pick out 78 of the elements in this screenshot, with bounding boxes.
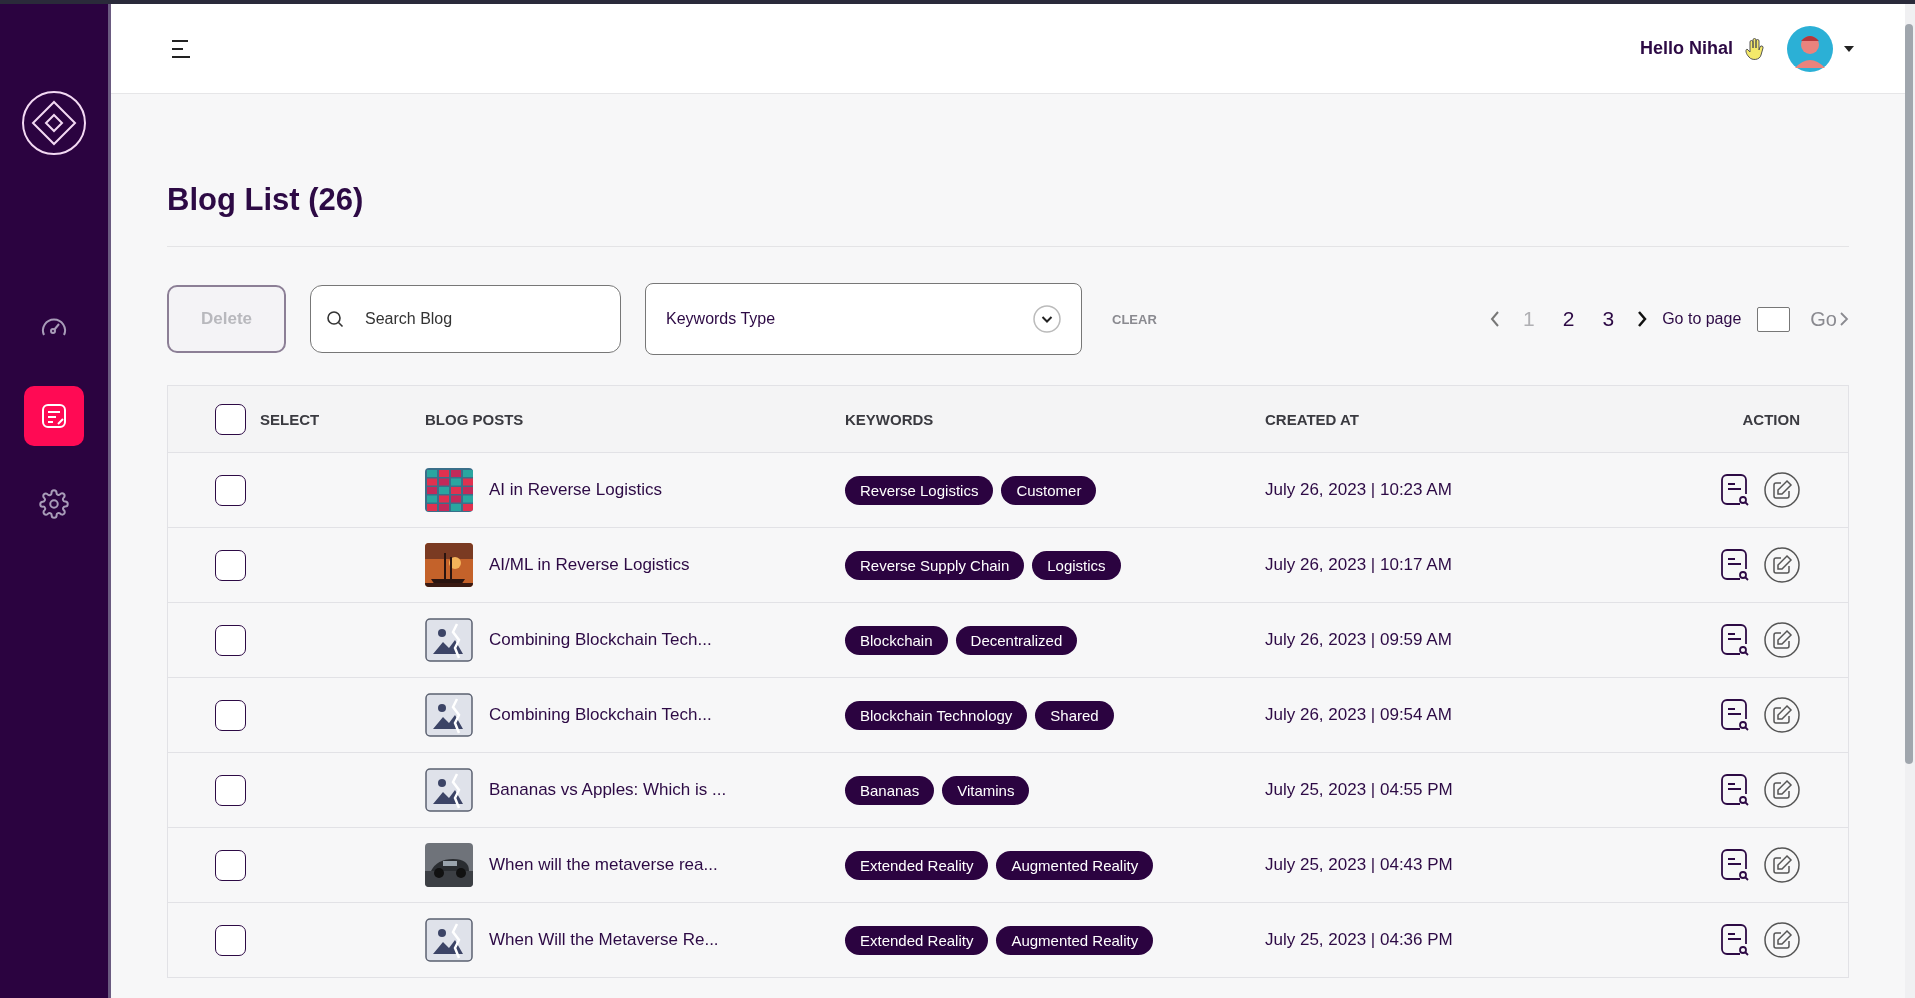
keyword-tag: Bananas — [845, 775, 935, 805]
post-title[interactable]: AI/ML in Reverse Logistics — [489, 555, 690, 575]
scrollbar[interactable] — [1905, 24, 1913, 764]
preview-document-icon[interactable] — [1720, 548, 1750, 582]
preview-document-icon[interactable] — [1720, 923, 1750, 957]
preview-document-icon[interactable] — [1720, 473, 1750, 507]
caret-icon[interactable] — [1843, 44, 1855, 53]
created-date: July 25, 2023 | 04:36 PM — [1265, 930, 1453, 950]
post-title[interactable]: Combining Blockchain Tech... — [489, 705, 712, 725]
edit-icon[interactable] — [1764, 547, 1800, 583]
edit-icon[interactable] — [1764, 922, 1800, 958]
keyword-tag: Vitamins — [942, 775, 1030, 805]
chevron-right-icon — [1839, 311, 1849, 327]
column-header: CREATED AT — [1265, 410, 1359, 428]
preview-document-icon[interactable] — [1720, 623, 1750, 657]
keyword-tag: Shared — [1035, 700, 1114, 730]
image-placeholder-icon — [425, 918, 473, 962]
keyword-tag: Reverse Logistics — [845, 475, 994, 505]
image-placeholder-icon — [425, 693, 473, 737]
preview-document-icon[interactable] — [1720, 848, 1750, 882]
keyword-tag: Blockchain Technology — [845, 700, 1028, 730]
checkbox[interactable] — [215, 924, 246, 956]
post-title[interactable]: AI in Reverse Logistics — [489, 480, 662, 500]
keyword-tag: Logistics — [1032, 550, 1121, 580]
post-title[interactable]: When will the metaverse rea... — [489, 855, 718, 875]
document-edit-icon — [39, 401, 69, 431]
keyword-tag: Augmented Reality — [996, 925, 1154, 955]
checkbox[interactable] — [215, 549, 246, 581]
checkbox[interactable] — [215, 774, 246, 806]
image-placeholder-icon — [425, 618, 473, 662]
checkbox[interactable] — [215, 849, 246, 881]
post-title[interactable]: When Will the Metaverse Re... — [489, 930, 719, 950]
edit-icon[interactable] — [1764, 472, 1800, 508]
edit-icon[interactable] — [1764, 772, 1800, 808]
image-placeholder-icon — [425, 768, 473, 812]
edit-icon[interactable] — [1764, 622, 1800, 658]
keyword-tag: Decentralized — [955, 625, 1078, 655]
waving-hand-icon — [1743, 36, 1765, 61]
keyword-tag: Customer — [1001, 475, 1097, 505]
settings-icon — [39, 489, 69, 519]
page-title: Blog List (26) — [167, 94, 1849, 247]
column-header: SELECT — [260, 410, 320, 428]
created-date: July 26, 2023 | 10:17 AM — [1265, 555, 1452, 575]
created-date: July 25, 2023 | 04:55 PM — [1265, 780, 1453, 800]
keyword-tag: Augmented Reality — [996, 850, 1154, 880]
user-avatar[interactable] — [1787, 25, 1833, 72]
search-field[interactable]: Search Blog — [310, 285, 621, 353]
checkbox[interactable] — [215, 624, 246, 656]
checkbox[interactable] — [215, 699, 246, 731]
sidebar-item[interactable] — [24, 386, 84, 446]
search-icon — [326, 310, 344, 328]
keyword-tag: Extended Reality — [845, 850, 989, 880]
keyword-tag: Blockchain — [845, 625, 948, 655]
column-header: ACTION — [1742, 410, 1800, 428]
keywords-dropdown[interactable]: Keywords Type — [645, 283, 1082, 355]
created-date: July 26, 2023 | 09:54 AM — [1265, 705, 1452, 725]
keyword-tag: Extended Reality — [845, 925, 989, 955]
created-date: July 25, 2023 | 04:43 PM — [1265, 855, 1453, 875]
page-button[interactable]: 3 — [1592, 303, 1625, 335]
preview-document-icon[interactable] — [1720, 773, 1750, 807]
created-date: July 26, 2023 | 09:59 AM — [1265, 630, 1452, 650]
created-date: July 26, 2023 | 10:23 AM — [1265, 480, 1452, 500]
keyword-tag: Reverse Supply Chain — [845, 550, 1025, 580]
column-header: BLOG POSTS — [425, 410, 524, 428]
preview-document-icon[interactable] — [1720, 698, 1750, 732]
column-header: KEYWORDS — [845, 410, 934, 428]
edit-icon[interactable] — [1764, 697, 1800, 733]
go-to-page-label: Go to page — [1662, 310, 1742, 328]
post-title[interactable]: Bananas vs Apples: Which is ... — [489, 780, 727, 800]
checkbox[interactable] — [215, 474, 246, 506]
page-button[interactable]: 2 — [1552, 303, 1585, 335]
logo-icon — [21, 90, 87, 156]
post-title[interactable]: Combining Blockchain Tech... — [489, 630, 712, 650]
edit-icon[interactable] — [1764, 847, 1800, 883]
checkbox[interactable] — [215, 403, 246, 435]
page-number-field[interactable] — [1757, 306, 1791, 332]
greeting-text: Hello Nihal — [1640, 38, 1733, 59]
chevron-down-icon — [1033, 305, 1061, 333]
